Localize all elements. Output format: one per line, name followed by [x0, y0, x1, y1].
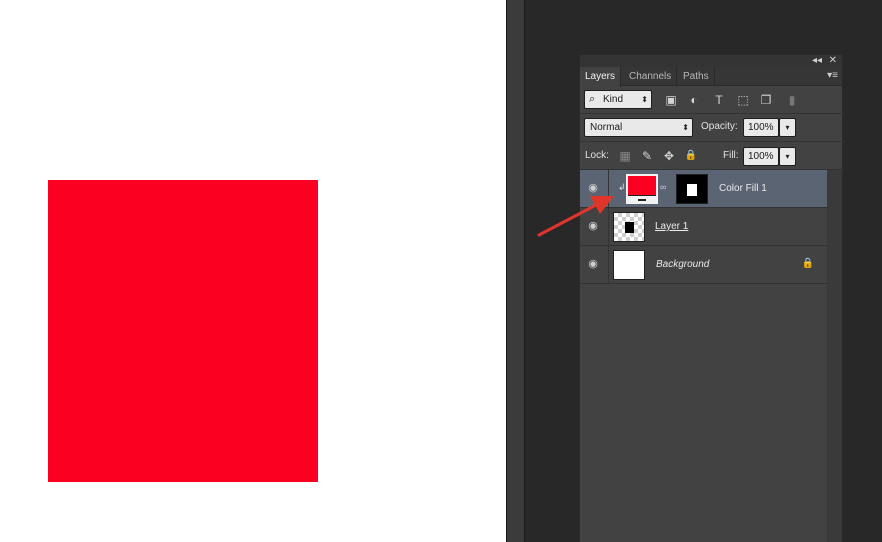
panel-title-bar: ◂◂ ✕ — [580, 55, 842, 67]
scrollbar[interactable] — [827, 170, 842, 542]
panel-menu-icon[interactable]: ▾≡ — [827, 70, 838, 82]
close-icon[interactable]: ✕ — [829, 55, 837, 67]
opacity-value: 100% — [748, 122, 774, 133]
image-filter-icon[interactable]: ▣ — [663, 92, 679, 108]
type-filter-icon[interactable]: T — [711, 92, 727, 108]
fill-input[interactable]: 100% — [743, 147, 779, 166]
lock-icon: 🔒 — [801, 258, 814, 269]
lock-all-icon[interactable]: 🔒 — [683, 148, 699, 164]
lock-position-icon[interactable]: ✥ — [661, 148, 677, 164]
layer-mask-thumbnail[interactable] — [676, 174, 708, 204]
filter-toggle-icon[interactable]: ▮ — [784, 92, 800, 108]
tab-channels[interactable]: Channels — [624, 67, 678, 86]
blend-mode-select[interactable]: Normal ⬍ — [584, 118, 693, 137]
lock-image-pixels-icon[interactable]: ✎ — [639, 148, 655, 164]
background-thumbnail[interactable] — [613, 250, 645, 280]
workspace-divider[interactable] — [506, 0, 525, 542]
select-arrows-icon: ⬍ — [641, 95, 648, 104]
panel-tabs: Layers Channels Paths ▾≡ — [580, 67, 842, 87]
blend-mode-label: Normal — [590, 122, 623, 133]
layer-row-background[interactable]: ◉ Background 🔒 — [580, 246, 828, 284]
fill-label: Fill: — [723, 150, 739, 161]
layer-name[interactable]: Color Fill 1 — [719, 170, 767, 208]
eye-icon[interactable]: ◉ — [585, 258, 601, 270]
opacity-label: Opacity: — [701, 121, 738, 132]
opacity-input[interactable]: 100% — [743, 118, 779, 137]
eye-icon[interactable]: ◉ — [585, 182, 601, 194]
lock-label: Lock: — [585, 150, 609, 161]
document-canvas[interactable] — [0, 0, 506, 542]
tab-layers[interactable]: Layers — [580, 67, 622, 87]
clipping-mask-icon: ↲ — [618, 182, 626, 192]
blend-row: Normal ⬍ Opacity: 100% ▾ — [580, 114, 844, 142]
filter-row: ⌕ Kind ⬍ ▣ ◐ T ⬚ ❐ ▮ — [580, 86, 844, 114]
color-fill-thumbnail[interactable] — [626, 174, 658, 204]
filter-kind-label: Kind — [603, 94, 624, 105]
layer-name[interactable]: Background — [656, 246, 709, 284]
filter-kind-select[interactable]: ⌕ Kind ⬍ — [584, 90, 652, 109]
layer-1-thumbnail[interactable] — [613, 212, 645, 242]
layer-row-layer-1[interactable]: ◉ Layer 1 — [580, 208, 828, 246]
shape-filter-icon[interactable]: ⬚ — [735, 92, 751, 108]
layer-row-color-fill-1[interactable]: ◉ ↲ ∞ Color Fill 1 — [580, 170, 828, 208]
eye-icon[interactable]: ◉ — [585, 220, 601, 232]
fill-dropdown-button[interactable]: ▾ — [779, 147, 796, 166]
opacity-dropdown-button[interactable]: ▾ — [779, 118, 796, 137]
layers-empty-area — [580, 287, 828, 542]
smart-object-filter-icon[interactable]: ❐ — [758, 92, 774, 108]
layers-panel: ◂◂ ✕ Layers Channels Paths ▾≡ ⌕ Kind ⬍ ▣… — [579, 54, 844, 542]
select-arrows-icon: ⬍ — [682, 123, 689, 132]
fill-value: 100% — [748, 151, 774, 162]
link-chain-icon[interactable]: ∞ — [660, 182, 666, 192]
adjustment-filter-icon[interactable]: ◐ — [686, 92, 702, 108]
lock-transparent-pixels-icon[interactable]: ▦ — [617, 148, 633, 164]
lock-row: Lock: ▦ ✎ ✥ 🔒 Fill: 100% ▾ — [580, 142, 844, 170]
red-color-fill-shape[interactable] — [48, 180, 318, 482]
tab-paths[interactable]: Paths — [678, 67, 715, 86]
search-icon: ⌕ — [589, 93, 596, 105]
double-chevron-left-icon[interactable]: ◂◂ — [812, 55, 822, 67]
layer-name[interactable]: Layer 1 — [655, 208, 688, 246]
